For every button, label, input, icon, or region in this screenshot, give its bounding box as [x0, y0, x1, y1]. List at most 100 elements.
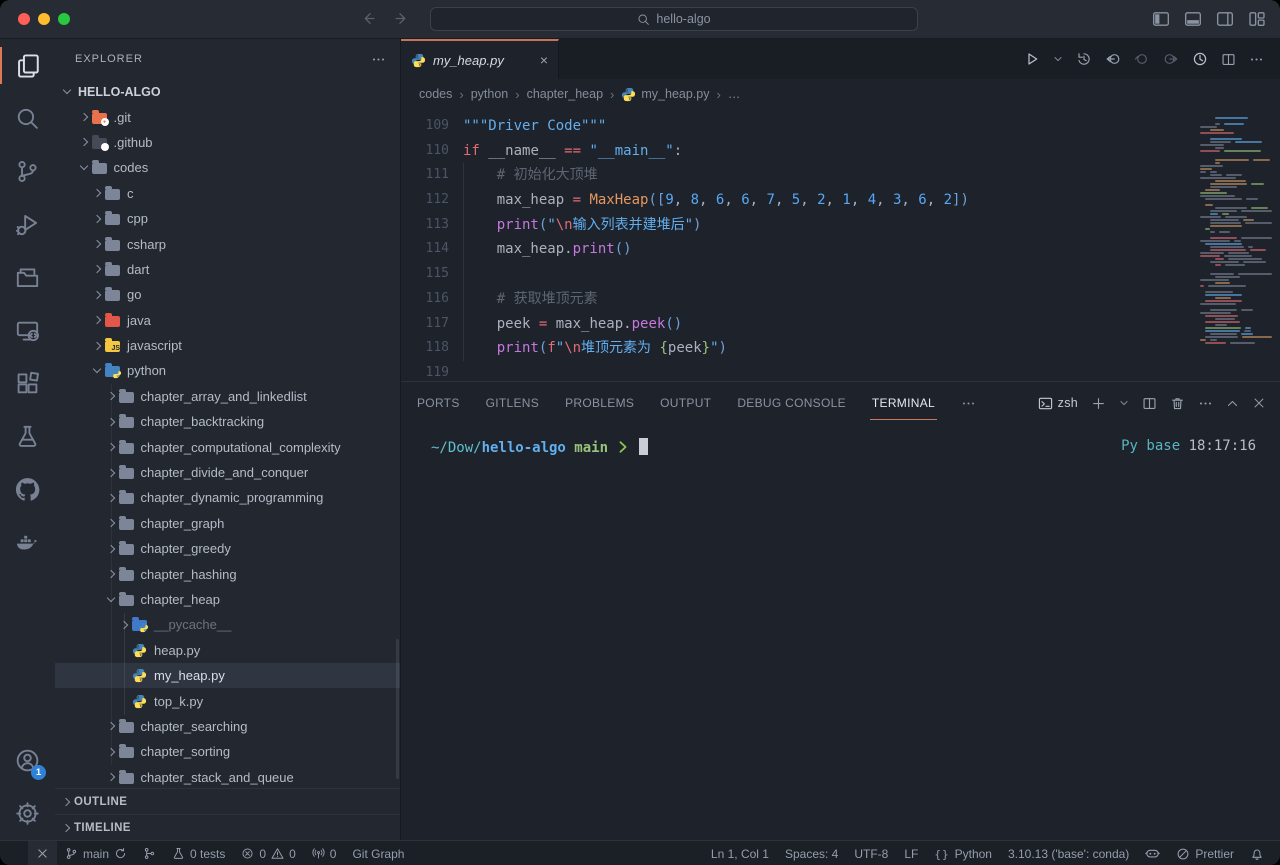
minimize-window-button[interactable]	[38, 13, 50, 25]
tree-item-chapter_array_and_linkedlist[interactable]: chapter_array_and_linkedlist	[55, 384, 400, 409]
status-problems[interactable]: 00	[233, 841, 303, 865]
section-timeline[interactable]: TIMELINE	[55, 814, 400, 840]
activity-folder-library[interactable]	[0, 251, 55, 304]
tree-item-chapter_divide_and_conquer[interactable]: chapter_divide_and_conquer	[55, 460, 400, 485]
terminal-instance[interactable]: zsh	[1038, 396, 1078, 411]
run-button[interactable]	[1024, 51, 1040, 67]
status-eol[interactable]: LF	[896, 841, 926, 865]
status-copilot[interactable]	[1137, 841, 1168, 865]
breadcrumb-my_heap.py[interactable]: my_heap.py	[621, 87, 709, 102]
history-forward-icon[interactable]	[393, 10, 410, 27]
customize-layout-icon[interactable]	[1248, 10, 1266, 28]
activity-github[interactable]	[0, 463, 55, 516]
tree-item-cpp[interactable]: cpp	[55, 206, 400, 231]
timeline-history[interactable]	[1076, 51, 1092, 67]
panel-tab-terminal[interactable]: TERMINAL	[872, 396, 935, 410]
tree-item-chapter_graph[interactable]: chapter_graph	[55, 511, 400, 536]
activity-explorer[interactable]	[0, 39, 55, 92]
status-git-graph-button[interactable]	[135, 841, 164, 865]
maximize-panel[interactable]	[1226, 397, 1239, 410]
nav-back[interactable]	[1105, 51, 1121, 67]
panel-tab-ports[interactable]: PORTS	[417, 396, 460, 410]
activity-remote-explorer[interactable]	[0, 304, 55, 357]
activity-testing[interactable]	[0, 410, 55, 463]
run-profile[interactable]	[1192, 51, 1208, 67]
kill-terminal[interactable]	[1170, 396, 1185, 411]
run-dropdown[interactable]	[1053, 54, 1063, 64]
status-ports[interactable]: 0	[304, 841, 345, 865]
zoom-window-button[interactable]	[58, 13, 70, 25]
toggle-secondary-sidebar-icon[interactable]	[1216, 10, 1234, 28]
tree-item-heap.py[interactable]: heap.py	[55, 638, 400, 663]
close-window-button[interactable]	[18, 13, 30, 25]
breadcrumb-symbols[interactable]: …	[728, 87, 741, 101]
tree-item-dart[interactable]: dart	[55, 257, 400, 282]
panel-tab-gitlens[interactable]: GITLENS	[486, 396, 539, 410]
status-indentation[interactable]: Spaces: 4	[777, 841, 846, 865]
new-terminal-dropdown[interactable]	[1091, 396, 1106, 411]
tree-item-top_k.py[interactable]: top_k.py	[55, 688, 400, 713]
tree-item-__pycache__[interactable]: __pycache__	[55, 612, 400, 637]
activity-settings[interactable]	[0, 787, 55, 840]
tree-root-hello-algo[interactable]: HELLO-ALGO	[55, 79, 400, 104]
nav-circle[interactable]	[1134, 51, 1150, 67]
tree-item-chapter_hashing[interactable]: chapter_hashing	[55, 561, 400, 586]
tree-item-chapter_heap[interactable]: chapter_heap	[55, 587, 400, 612]
toggle-primary-sidebar-icon[interactable]	[1152, 10, 1170, 28]
tree-item-chapter_stack_and_queue[interactable]: chapter_stack_and_queue	[55, 765, 400, 788]
toggle-panel-icon[interactable]	[1184, 10, 1202, 28]
breadcrumb-codes[interactable]: codes	[419, 87, 452, 101]
activity-accounts[interactable]: 1	[0, 734, 55, 787]
tree-item-chapter_greedy[interactable]: chapter_greedy	[55, 536, 400, 561]
breadcrumb-python[interactable]: python	[471, 87, 509, 101]
tree-item-go[interactable]: go	[55, 282, 400, 307]
tree-item-javascript[interactable]: JSjavascript	[55, 333, 400, 358]
status-prettier[interactable]: Prettier	[1168, 841, 1242, 865]
status-notifications[interactable]	[1242, 841, 1272, 865]
panel-tab-debug-console[interactable]: DEBUG CONSOLE	[737, 396, 846, 410]
tree-item-java[interactable]: java	[55, 308, 400, 333]
status-encoding[interactable]: UTF-8	[846, 841, 896, 865]
status-cursor-position[interactable]: Ln 1, Col 1	[703, 841, 777, 865]
terminal-profile-chevron[interactable]	[1119, 398, 1129, 408]
status-tests[interactable]: 0 tests	[164, 841, 233, 865]
explorer-more-actions[interactable]	[371, 52, 386, 67]
panel-more[interactable]	[1198, 396, 1213, 411]
sidebar-scrollbar[interactable]	[396, 639, 399, 779]
tree-item-chapter_sorting[interactable]: chapter_sorting	[55, 739, 400, 764]
split-terminal[interactable]	[1142, 396, 1157, 411]
nav-forward[interactable]	[1163, 51, 1179, 67]
status-remote-indicator[interactable]	[28, 841, 57, 865]
activity-source-control[interactable]	[0, 145, 55, 198]
tree-item-.github[interactable]: .github	[55, 130, 400, 155]
panel-tab-problems[interactable]: PROBLEMS	[565, 396, 634, 410]
command-center-search[interactable]: hello-algo	[430, 7, 918, 31]
tab-close-icon[interactable]: ×	[540, 52, 548, 68]
tree-item-.git[interactable]: ●.git	[55, 104, 400, 129]
status-python-interpreter[interactable]: 3.10.13 ('base': conda)	[1000, 841, 1137, 865]
status-git-branch[interactable]: main	[57, 841, 135, 865]
tree-item-chapter_backtracking[interactable]: chapter_backtracking	[55, 409, 400, 434]
more-actions[interactable]	[1249, 52, 1264, 67]
activity-docker[interactable]	[0, 516, 55, 569]
tree-item-csharp[interactable]: csharp	[55, 231, 400, 256]
activity-search[interactable]	[0, 92, 55, 145]
code-editor[interactable]: 109110111112113114115116117118119 """Dri…	[401, 109, 1280, 381]
status-git-graph-label[interactable]: Git Graph	[344, 841, 412, 865]
tab-my-heap[interactable]: my_heap.py ×	[401, 39, 559, 79]
status-language-mode[interactable]: {}Python	[926, 841, 1000, 865]
tree-item-chapter_searching[interactable]: chapter_searching	[55, 714, 400, 739]
activity-extensions[interactable]	[0, 357, 55, 410]
tree-item-c[interactable]: c	[55, 181, 400, 206]
breadcrumb-chapter_heap[interactable]: chapter_heap	[527, 87, 603, 101]
section-outline[interactable]: OUTLINE	[55, 788, 400, 814]
panel-tabs-more-icon[interactable]	[961, 396, 976, 411]
panel-tab-output[interactable]: OUTPUT	[660, 396, 711, 410]
activity-run-debug[interactable]	[0, 198, 55, 251]
terminal-output[interactable]: ~/Dow/hello-algo main Py base 18:17:16	[401, 424, 1280, 840]
tree-item-chapter_dynamic_programming[interactable]: chapter_dynamic_programming	[55, 485, 400, 510]
close-panel[interactable]	[1252, 396, 1266, 410]
tree-item-chapter_computational_complexity[interactable]: chapter_computational_complexity	[55, 434, 400, 459]
tree-item-codes[interactable]: codes	[55, 155, 400, 180]
tree-item-python[interactable]: python	[55, 358, 400, 383]
